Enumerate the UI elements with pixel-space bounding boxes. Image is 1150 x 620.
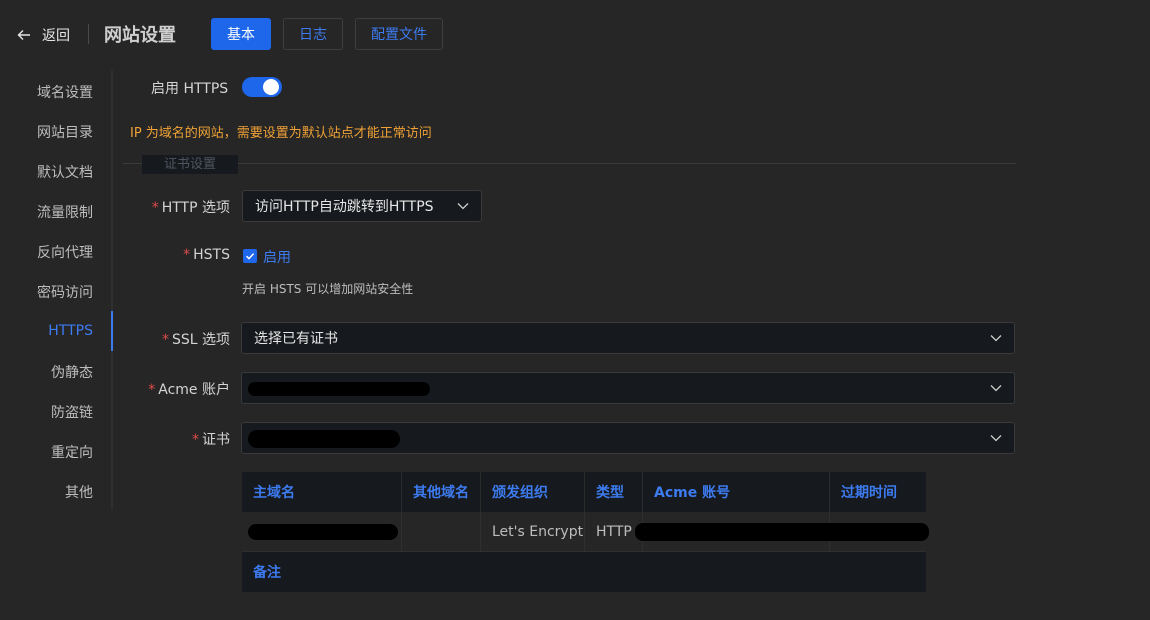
https-toggle[interactable] [242,77,282,97]
hsts-checkbox-label[interactable]: 启用 [263,247,291,267]
sidebar-item-rewrite[interactable]: 伪静态 [51,352,93,392]
required-mark: * [151,200,159,216]
chevron-down-icon [457,203,469,210]
sidebar-item-redirect[interactable]: 重定向 [51,432,93,472]
sidebar-border [111,70,113,510]
table-cell-issuer: Let's Encrypt [481,512,585,552]
certificate-select[interactable] [241,422,1015,454]
sidebar-item-reverse-proxy[interactable]: 反向代理 [37,232,93,272]
checkmark-icon [245,253,255,260]
table-cell-other-domains [402,512,481,552]
back-button[interactable]: 返回 [16,24,70,46]
acme-account-select[interactable] [241,372,1015,404]
back-label: 返回 [42,28,70,44]
warning-text: IP 为域名的网站，需要设置为默认站点才能正常访问 [130,126,432,141]
table-header-acme-account: Acme 账号 [643,472,830,512]
chevron-down-icon [990,385,1002,392]
http-option-value: 访问HTTP自动跳转到HTTPS [255,199,434,215]
certificate-label: * 证书 [192,432,230,448]
sidebar-item-other[interactable]: 其他 [65,472,93,512]
redacted-value [635,523,929,541]
ssl-option-select[interactable]: 选择已有证书 [241,322,1015,354]
header-divider [88,24,89,44]
redacted-value [248,524,398,540]
http-option-label: * HTTP 选项 [151,200,230,216]
sidebar-item-hotlink[interactable]: 防盗链 [51,392,93,432]
redacted-value [248,382,430,396]
sidebar-active-indicator [111,311,113,351]
table-header-expiry: 过期时间 [830,472,926,512]
section-title: 证书设置 [142,155,238,174]
redacted-value [248,430,400,448]
sidebar-item-default-doc[interactable]: 默认文档 [37,152,93,192]
hsts-label: * HSTS [183,247,230,263]
tab-basic[interactable]: 基本 [211,18,271,50]
table-cell-remark [242,592,926,612]
page-title: 网站设置 [104,25,176,46]
chevron-down-icon [990,335,1002,342]
ssl-option-label: * SSL 选项 [161,332,230,348]
sidebar-item-traffic-limit[interactable]: 流量限制 [37,192,93,232]
sidebar-item-domain[interactable]: 域名设置 [37,72,93,112]
http-option-select[interactable]: 访问HTTP自动跳转到HTTPS [242,190,482,222]
sidebar-item-https[interactable]: HTTPS [48,311,93,351]
sidebar-item-password-access[interactable]: 密码访问 [37,272,93,312]
tab-logs[interactable]: 日志 [283,18,343,50]
toggle-knob [263,79,279,95]
table-header-other-domains: 其他域名 [402,472,481,512]
tab-config-file[interactable]: 配置文件 [355,18,443,50]
sidebar: 域名设置 网站目录 默认文档 流量限制 反向代理 密码访问 HTTPS 伪静态 … [0,70,113,520]
hsts-checkbox[interactable] [243,249,257,263]
table-header-remark: 备注 [242,552,926,592]
table-header-issuer: 颁发组织 [481,472,585,512]
required-mark: * [148,382,156,398]
required-mark: * [192,432,199,448]
https-label: 启用 HTTPS [151,81,229,97]
table-cell-primary-domain [242,512,402,552]
table-header-primary-domain: 主域名 [242,472,402,512]
arrow-left-icon [17,30,30,40]
required-mark: * [161,332,169,348]
ssl-option-value: 选择已有证书 [254,331,338,347]
hsts-hint: 开启 HSTS 可以增加网站安全性 [242,282,414,296]
header: 返回 网站设置 基本 日志 配置文件 [0,0,1150,70]
acme-account-label: * Acme 账户 [148,382,230,398]
required-mark: * [183,247,191,263]
table-header-type: 类型 [585,472,643,512]
sidebar-item-site-dir[interactable]: 网站目录 [37,112,93,152]
chevron-down-icon [990,435,1002,442]
section-divider [123,163,1016,164]
